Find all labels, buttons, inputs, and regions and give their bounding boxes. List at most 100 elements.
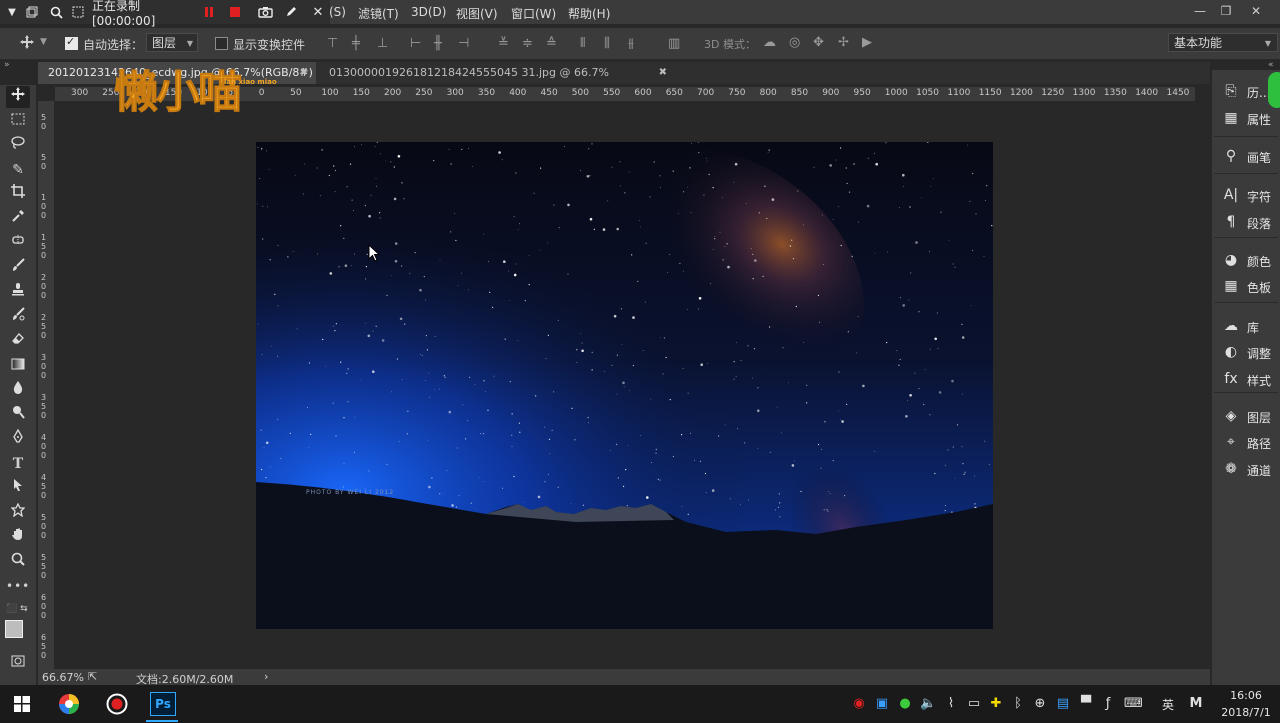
menu-view[interactable]: 视图(V) <box>456 5 498 22</box>
distribute-hcenter-icon[interactable]: ⫼ <box>604 36 610 51</box>
clone-stamp-tool-icon[interactable] <box>6 281 30 303</box>
close-tab-icon[interactable]: ✖ <box>659 62 667 84</box>
brush-tool-icon[interactable] <box>6 257 30 279</box>
photoshop-app-icon[interactable]: Ps <box>150 692 176 716</box>
stop-icon[interactable] <box>228 3 242 21</box>
align-vcenter-icon[interactable]: ╪ <box>352 36 360 51</box>
color-wheel-app-icon[interactable] <box>58 693 80 718</box>
type-tool-icon[interactable]: T <box>6 453 30 475</box>
clock-date[interactable]: 2018/7/1 <box>1218 706 1274 719</box>
align-left-icon[interactable]: ⊢ <box>410 36 421 51</box>
quick-selection-tool-icon[interactable]: ✎ <box>6 159 30 181</box>
panel-adjustments[interactable]: ◐ 调整 <box>1212 341 1280 363</box>
3d-roll-icon[interactable]: ◎ <box>789 35 800 50</box>
custom-shape-tool-icon[interactable] <box>6 502 30 524</box>
panel-channels[interactable]: ❁ 通道 <box>1212 458 1280 480</box>
align-right-icon[interactable]: ⊣ <box>458 36 469 51</box>
network-tray-icon[interactable]: ⊕ <box>1032 696 1048 711</box>
battery-icon[interactable]: ▭ <box>966 696 982 711</box>
wifi-icon[interactable]: ⌇ <box>943 696 959 711</box>
zoom-level[interactable]: 66.67% <box>42 671 84 684</box>
ime-indicator[interactable]: 英 <box>1160 696 1176 713</box>
app2-tray-icon[interactable]: ▤ <box>1055 696 1071 711</box>
document-tab[interactable]: 013000001926181218424555045 31.jpg @ 66.… <box>319 62 667 101</box>
distribute-left-icon[interactable]: ⫴ <box>580 36 585 51</box>
panel-layers[interactable]: ◈ 图层 <box>1212 405 1280 427</box>
path-selection-tool-icon[interactable] <box>6 477 30 499</box>
distribute-right-icon[interactable]: ⫵ <box>628 36 634 51</box>
camera-icon[interactable] <box>256 3 274 21</box>
ime-mode-icon[interactable]: M <box>1188 696 1204 711</box>
workspace-dropdown[interactable]: 基本功能 ▼ <box>1168 33 1278 52</box>
lasso-tool-icon[interactable] <box>6 134 30 156</box>
panel-character[interactable]: A| 字符 <box>1212 184 1280 206</box>
auto-select-target-dropdown[interactable]: 图层 ▼ <box>146 33 198 52</box>
menu-3d[interactable]: 3D(D) <box>411 5 446 19</box>
move-tool-icon[interactable] <box>20 35 34 53</box>
eraser-tool-icon[interactable] <box>6 330 30 352</box>
3d-scale-icon[interactable]: ▶ <box>862 35 872 50</box>
minimize-button[interactable]: — <box>1186 2 1214 20</box>
pen-icon[interactable] <box>283 3 299 21</box>
screen-recorder-app-icon[interactable] <box>106 693 128 718</box>
volume-icon[interactable]: 🔈 <box>920 696 936 711</box>
zoom-tool-icon[interactable] <box>6 551 30 573</box>
3d-orbit-icon[interactable]: ☁ <box>763 35 776 50</box>
panel-paragraph[interactable]: ¶ 段落 <box>1212 211 1280 233</box>
gradient-tool-icon[interactable] <box>6 355 30 377</box>
auto-align-icon[interactable]: ▥ <box>668 36 680 51</box>
security-tray-icon[interactable]: ✚ <box>988 696 1004 711</box>
close-button[interactable]: ✕ <box>1242 2 1270 20</box>
distribute-top-icon[interactable]: ≚ <box>498 36 509 51</box>
foreground-color-swatch[interactable] <box>5 620 23 638</box>
toolbar-collapse-icon[interactable]: » <box>4 60 10 70</box>
bluetooth-icon[interactable]: ᛒ <box>1010 696 1026 711</box>
move-tool[interactable] <box>6 86 30 108</box>
notification-badge[interactable] <box>1268 72 1280 108</box>
crop-tool-icon[interactable] <box>6 183 30 205</box>
search-icon[interactable] <box>48 3 64 21</box>
tool-preset-chevron-icon[interactable]: ▼ <box>40 37 47 47</box>
close-tab-icon[interactable]: ✖ <box>300 62 308 84</box>
quick-mask-icon[interactable] <box>6 652 30 674</box>
clock-time[interactable]: 16:06 <box>1226 689 1266 702</box>
panel-styles[interactable]: fx 样式 <box>1212 368 1280 390</box>
region-select-icon[interactable] <box>70 3 86 21</box>
document-canvas-image[interactable]: PHOTO BY WEI LI 2012 <box>256 142 993 629</box>
panel-paths[interactable]: ⌖ 路径 <box>1212 431 1280 453</box>
recorder-menu-icon[interactable]: ▼ <box>4 3 20 21</box>
menu-help[interactable]: 帮助(H) <box>568 5 610 22</box>
window-icon[interactable] <box>24 3 40 21</box>
panel-color[interactable]: ◕ 颜色 <box>1212 249 1280 271</box>
healing-brush-tool-icon[interactable] <box>6 232 30 254</box>
align-bottom-icon[interactable]: ⊥ <box>377 36 388 51</box>
history-brush-tool-icon[interactable] <box>6 306 30 328</box>
panel-collapse-icon[interactable]: « <box>1268 60 1274 70</box>
distribute-bottom-icon[interactable]: ≙ <box>546 36 557 51</box>
windows-start-icon[interactable] <box>14 696 30 715</box>
pause-icon[interactable] <box>202 3 216 21</box>
panel-swatches[interactable]: ▦ 色板 <box>1212 275 1280 297</box>
distribute-vcenter-icon[interactable]: ≑ <box>522 36 533 51</box>
export-icon[interactable]: ⇱ <box>88 670 97 683</box>
marquee-tool-icon[interactable] <box>6 110 30 132</box>
script-tray-icon[interactable]: ƒ <box>1100 696 1116 711</box>
close-recorder-icon[interactable]: ✕ <box>310 3 326 21</box>
align-top-icon[interactable]: ⊤ <box>327 36 338 51</box>
hand-tool-icon[interactable] <box>6 526 30 548</box>
show-transform-checkbox[interactable] <box>215 37 228 50</box>
keyboard-icon[interactable]: ⌨ <box>1124 696 1143 711</box>
panel-brush[interactable]: ⚲ 画笔 <box>1212 145 1280 167</box>
3d-slide-icon[interactable]: ✢ <box>838 35 849 50</box>
panel-libraries[interactable]: ☁ 库 <box>1212 315 1280 337</box>
app-tray-icon[interactable]: ▣ <box>874 696 890 711</box>
blur-tool-icon[interactable] <box>6 379 30 401</box>
status-menu-arrow-icon[interactable]: › <box>264 670 268 683</box>
3d-pan-icon[interactable]: ✥ <box>813 35 824 50</box>
dodge-tool-icon[interactable] <box>6 404 30 426</box>
restore-button[interactable]: ❐ <box>1212 2 1240 20</box>
menu-window[interactable]: 窗口(W) <box>511 5 556 22</box>
panel-properties[interactable]: ▦ 属性 <box>1212 107 1280 129</box>
wechat-tray-icon[interactable]: ● <box>897 696 913 711</box>
monitor-tray-icon[interactable]: ▀ <box>1078 696 1094 711</box>
